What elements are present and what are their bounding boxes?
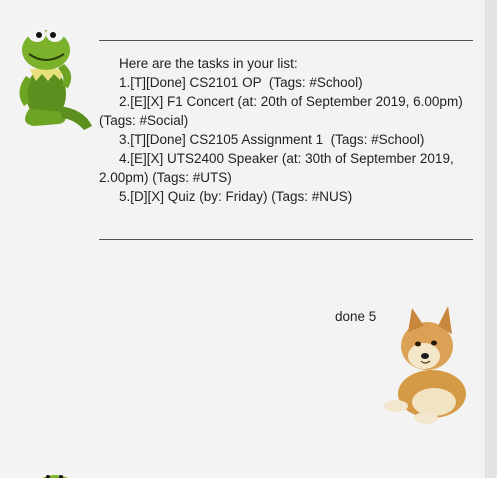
bot-avatar-kermit-icon [38,467,72,478]
scrollbar-track[interactable] [485,0,497,478]
divider-bottom [99,239,473,241]
scrollbar-thumb[interactable] [487,0,496,478]
task-item: 1.[T][Done] CS2101 OP (Tags: #School) [119,75,363,90]
task-item: 5.[D][X] Quiz (by: Friday) (Tags: #NUS) [119,189,353,204]
user-avatar-shiba-dog-icon [382,306,472,426]
bot-avatar-kermit-icon [4,14,96,132]
task-item: 4.[E][X] UTS2400 Speaker (at: 30th of Se… [99,151,458,185]
divider-top [99,40,473,42]
chat-area[interactable]: Here are the tasks in your list: 1.[T][D… [0,0,485,478]
user-message: done 5 [335,309,377,324]
bot-message: Here are the tasks in your list: 1.[T][D… [99,40,475,241]
bot-header-text: Here are the tasks in your list: [119,56,298,71]
task-item: 3.[T][Done] CS2105 Assignment 1 (Tags: #… [119,132,425,147]
task-item: 2.[E][X] F1 Concert (at: 20th of Septemb… [99,94,467,128]
